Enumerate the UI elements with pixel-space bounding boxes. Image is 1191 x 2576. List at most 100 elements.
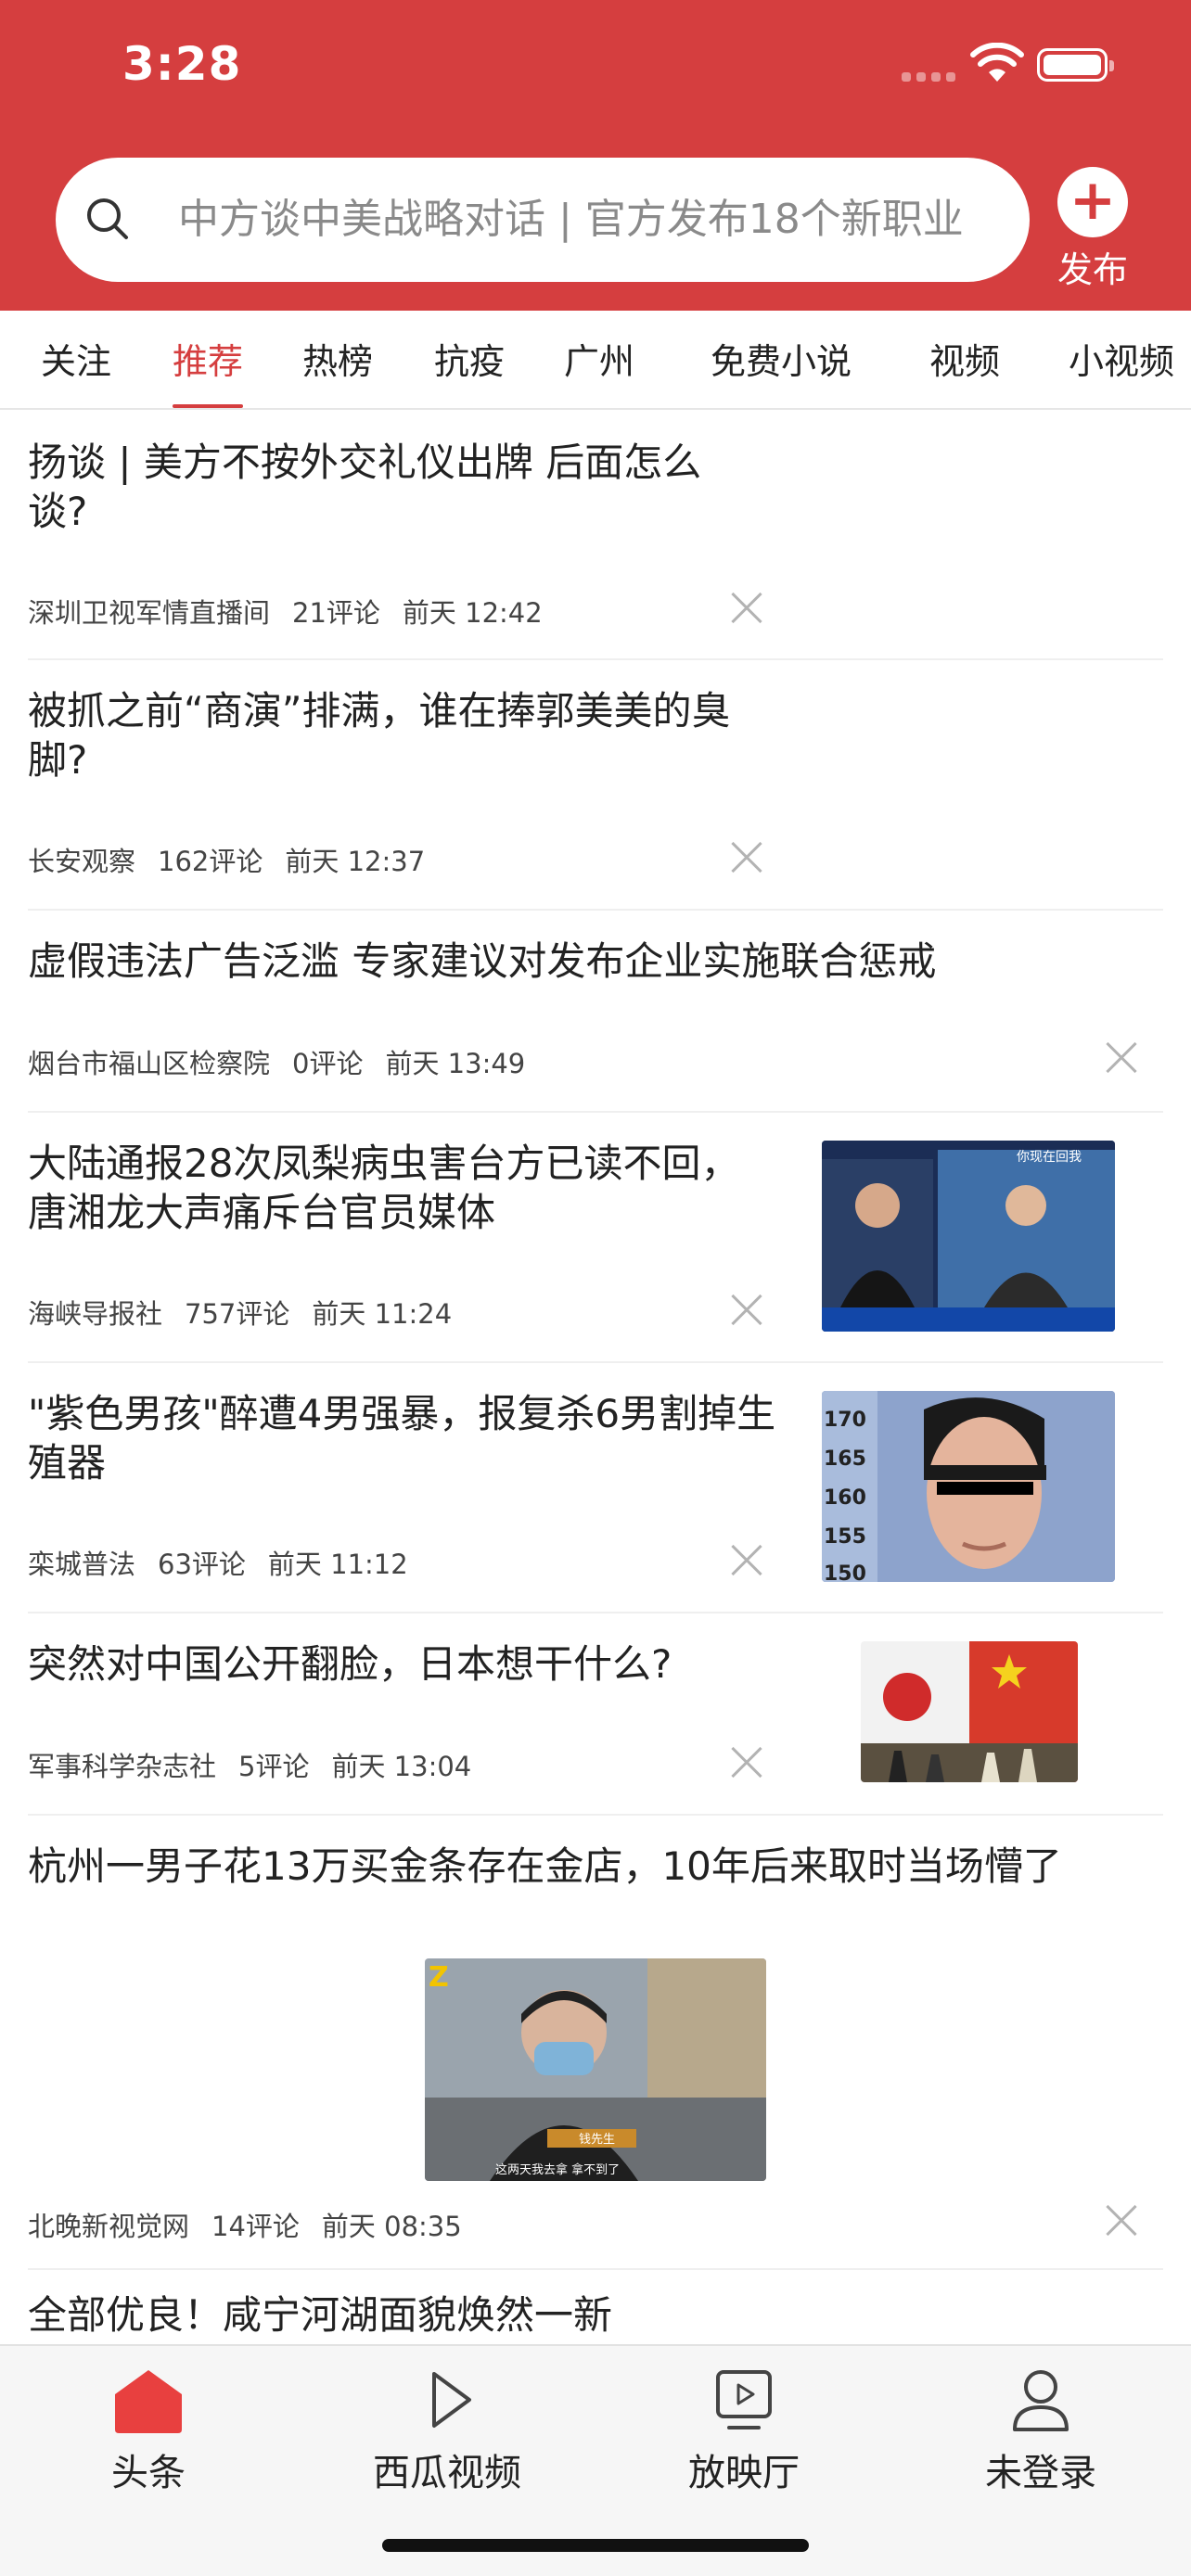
- news-thumbnail[interactable]: [861, 1641, 1078, 1782]
- news-thumbnail[interactable]: Z 钱先生 这两天我去拿 拿不到了: [425, 1958, 766, 2181]
- news-time: 前天 08:35: [321, 2211, 462, 2242]
- battery-icon: [1037, 48, 1114, 82]
- news-meta: 军事科学杂志社 5评论 前天 13:04: [28, 1745, 493, 1784]
- news-comments: 14评论: [211, 2211, 300, 2242]
- height-mark: 170: [824, 1409, 866, 1432]
- publish-button[interactable]: + 发布: [1046, 167, 1139, 290]
- height-mark: 155: [824, 1525, 866, 1549]
- close-icon[interactable]: [1106, 2205, 1137, 2237]
- publish-label: 发布: [1057, 249, 1128, 290]
- tab-guangzhou[interactable]: 广州: [564, 311, 634, 408]
- bottom-tab-label: 头条: [111, 2452, 186, 2494]
- news-item[interactable]: 扬谈 | 美方不按外交礼仪出牌 后面怎么谈? 深圳卫视军情直播间 21评论 前天 1…: [28, 410, 1163, 660]
- top-header: 3:28 中方谈中美战略对话 | 官方发布18个新职业 + 发布: [0, 0, 1191, 311]
- news-item[interactable]: 突然对中国公开翻脸，日本想干什么? 军事科学杂志社 5评论 前天 13:04: [28, 1613, 1163, 1816]
- news-meta: 海峡导报社 757评论 前天 11:24: [28, 1293, 474, 1332]
- news-meta: 深圳卫视军情直播间 21评论 前天 12:42: [28, 592, 565, 631]
- news-meta: 北晚新视觉网 14评论 前天 08:35: [28, 2205, 484, 2244]
- search-placeholder[interactable]: 中方谈中美战略对话 | 官方发布18个新职业: [178, 158, 964, 282]
- wifi-icon: [970, 43, 1024, 82]
- search-bar[interactable]: 中方谈中美战略对话 | 官方发布18个新职业: [56, 158, 1030, 282]
- bottom-tab-label: 放映厅: [688, 2452, 800, 2494]
- news-title[interactable]: 全部优良！咸宁河湖面貌焕然一新: [28, 2290, 1163, 2340]
- tab-short-video[interactable]: 小视频: [1069, 311, 1174, 408]
- news-item[interactable]: 杭州一男子花13万买金条存在金店，10年后来取时当场懵了 Z 钱先生 这两天我去…: [28, 1816, 1163, 2270]
- height-mark: 165: [824, 1447, 866, 1471]
- user-icon: [1013, 2370, 1069, 2431]
- news-thumbnail[interactable]: 170 165 160 155 150: [822, 1391, 1115, 1582]
- news-time: 前天 13:49: [385, 1048, 526, 1079]
- bottom-tab-xigua-video[interactable]: 西瓜视频: [354, 2366, 540, 2496]
- news-time: 前天 12:42: [402, 597, 543, 629]
- news-source: 海峡导报社: [28, 1298, 163, 1330]
- news-title[interactable]: 突然对中国公开翻脸，日本想干什么?: [28, 1639, 788, 1689]
- news-feed: 扬谈 | 美方不按外交礼仪出牌 后面怎么谈? 深圳卫视军情直播间 21评论 前天 1…: [0, 410, 1191, 2344]
- news-title[interactable]: 杭州一男子花13万买金条存在金店，10年后来取时当场懵了: [28, 1842, 1163, 1891]
- play-icon: [432, 2372, 471, 2428]
- news-title[interactable]: 大陆通报28次凤梨病虫害台方已读不回，唐湘龙大声痛斥台官员媒体: [28, 1139, 770, 1237]
- news-comments: 5评论: [238, 1751, 310, 1782]
- news-meta: 长安观察 162评论 前天 12:37: [28, 840, 447, 879]
- flags-chess-image: [861, 1641, 1078, 1782]
- news-item[interactable]: 虚假违法广告泛滥 专家建议对发布企业实施联合惩戒 烟台市福山区检察院 0评论 前天 …: [28, 911, 1163, 1113]
- news-source: 北晚新视觉网: [28, 2211, 190, 2242]
- tab-anti-epidemic[interactable]: 抗疫: [434, 311, 505, 408]
- close-icon[interactable]: [731, 1747, 762, 1779]
- close-icon[interactable]: [731, 842, 762, 874]
- news-meta: 烟台市福山区检察院 0评论 前天 13:49: [28, 1042, 547, 1081]
- channel-tabs: 关注 推荐 热榜 抗疫 广州 免费小说 视频 小视频: [0, 311, 1191, 410]
- news-meta: 栾城普法 63评论 前天 11:12: [28, 1543, 430, 1582]
- news-item[interactable]: 全部优良！咸宁河湖面貌焕然一新: [28, 2270, 1163, 2344]
- close-icon[interactable]: [1106, 1042, 1137, 1074]
- cellular-signal-icon: [902, 72, 957, 82]
- home-icon: [115, 2370, 182, 2433]
- svg-text:Z: Z: [429, 1961, 449, 1994]
- news-thumbnail[interactable]: 你现在回我: [822, 1141, 1115, 1332]
- tv-debate-image: 你现在回我: [822, 1141, 1115, 1332]
- plus-icon: +: [1057, 167, 1128, 237]
- news-source: 军事科学杂志社: [28, 1751, 217, 1782]
- news-time: 前天 11:12: [267, 1549, 408, 1580]
- news-title[interactable]: 虚假违法广告泛滥 专家建议对发布企业实施联合惩戒: [28, 937, 1163, 986]
- tab-recommend[interactable]: 推荐: [173, 311, 244, 408]
- news-title[interactable]: "紫色男孩"醉遭4男强暴，报复杀6男割掉生殖器: [28, 1389, 788, 1487]
- bottom-tab-label: 西瓜视频: [373, 2452, 521, 2494]
- news-comments: 21评论: [292, 597, 380, 629]
- bottom-tab-label: 未登录: [985, 2452, 1096, 2494]
- status-time: 3:28: [122, 37, 242, 91]
- news-comments: 757评论: [185, 1298, 290, 1330]
- news-time: 前天 11:24: [312, 1298, 453, 1330]
- close-icon[interactable]: [731, 1294, 762, 1326]
- news-item[interactable]: 大陆通报28次凤梨病虫害台方已读不回，唐湘龙大声痛斥台官员媒体 海峡导报社 757…: [28, 1113, 1163, 1363]
- home-indicator[interactable]: [382, 2539, 809, 2552]
- news-item[interactable]: 被抓之前“商演”排满，谁在捧郭美美的臭脚? 长安观察 162评论 前天 12:37: [28, 660, 1163, 911]
- bottom-tab-headlines[interactable]: 头条: [56, 2366, 241, 2496]
- news-comments: 63评论: [158, 1549, 246, 1580]
- news-title[interactable]: 扬谈 | 美方不按外交礼仪出牌 后面怎么谈?: [28, 438, 751, 536]
- bottom-tab-screening-hall[interactable]: 放映厅: [651, 2366, 837, 2496]
- news-comments: 162评论: [158, 846, 263, 877]
- thumbnail-caption: 你现在回我: [1017, 1150, 1082, 1165]
- tab-follow[interactable]: 关注: [41, 311, 111, 408]
- tab-hot[interactable]: 热榜: [302, 311, 373, 408]
- mugshot-image: 170 165 160 155 150: [822, 1391, 1115, 1582]
- news-source: 烟台市福山区检察院: [28, 1048, 271, 1079]
- close-icon[interactable]: [731, 593, 762, 624]
- tab-video[interactable]: 视频: [929, 311, 1000, 408]
- news-source: 长安观察: [28, 846, 136, 877]
- close-icon[interactable]: [731, 1545, 762, 1576]
- news-source: 栾城普法: [28, 1549, 136, 1580]
- news-time: 前天 13:04: [331, 1751, 472, 1782]
- news-time: 前天 12:37: [285, 846, 426, 877]
- news-comments: 0评论: [292, 1048, 364, 1079]
- bottom-tab-login[interactable]: 未登录: [948, 2366, 1133, 2496]
- street-interview-image: Z 钱先生 这两天我去拿 拿不到了: [425, 1958, 766, 2181]
- news-source: 深圳卫视军情直播间: [28, 597, 271, 629]
- search-icon: [87, 198, 128, 239]
- news-title[interactable]: 被抓之前“商演”排满，谁在捧郭美美的臭脚?: [28, 686, 788, 784]
- tab-free-novels[interactable]: 免费小说: [711, 311, 852, 408]
- news-item[interactable]: "紫色男孩"醉遭4男强暴，报复杀6男割掉生殖器 栾城普法 63评论 前天 11:12…: [28, 1363, 1163, 1613]
- height-mark: 160: [824, 1486, 866, 1510]
- speaker-name: 钱先生: [579, 2133, 615, 2147]
- screen-icon: [716, 2370, 772, 2429]
